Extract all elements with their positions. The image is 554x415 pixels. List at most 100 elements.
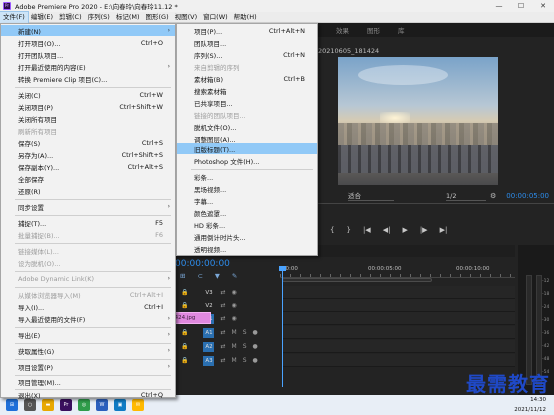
new-submenu-item[interactable]: 透明视频... bbox=[177, 243, 317, 254]
explorer-icon[interactable]: ▬ bbox=[42, 399, 54, 411]
menubar-item[interactable]: 文件(F) bbox=[0, 10, 29, 24]
new-submenu-item[interactable]: HD 彩条... bbox=[177, 219, 317, 230]
track-lane[interactable] bbox=[282, 340, 515, 353]
new-submenu-item[interactable]: 旧版标题(T)... bbox=[177, 143, 317, 154]
transport-button[interactable]: ◀| bbox=[383, 226, 391, 234]
file-menu-item[interactable]: 同步设置 › bbox=[1, 201, 175, 212]
marker-icon[interactable]: ▼ bbox=[215, 272, 220, 280]
file-menu-item[interactable]: 捕捉(T)... F5 bbox=[1, 217, 175, 228]
mic-icon[interactable]: ● bbox=[253, 343, 258, 350]
chrome-icon[interactable]: ◎ bbox=[78, 399, 90, 411]
panel-tab[interactable]: 效果 bbox=[336, 25, 349, 35]
photos-icon[interactable]: ▣ bbox=[114, 399, 126, 411]
new-submenu-item[interactable]: 搜索素材箱 bbox=[177, 85, 317, 96]
track-lane[interactable] bbox=[282, 286, 515, 299]
eye-icon[interactable]: ◉ bbox=[232, 302, 237, 309]
timeline-ruler[interactable]: 00:00 00:00:05:00 00:00:10:00 bbox=[280, 266, 515, 278]
new-submenu-item[interactable]: 已共享项目... bbox=[177, 97, 317, 108]
lock-icon[interactable]: 🔒 bbox=[181, 357, 188, 364]
file-menu-item[interactable]: 保存副本(Y)... Ctrl+Alt+S bbox=[1, 161, 175, 172]
track-target-button[interactable]: V3 bbox=[203, 288, 214, 298]
playhead[interactable] bbox=[282, 267, 283, 387]
lock-icon[interactable]: 🔒 bbox=[181, 343, 188, 350]
file-menu-item[interactable]: 导入最近使用的文件(F) › bbox=[1, 313, 175, 324]
menubar-item[interactable]: 窗口(W) bbox=[200, 12, 231, 23]
file-menu-item[interactable]: 还原(R) bbox=[1, 185, 175, 196]
menubar-item[interactable]: 帮助(H) bbox=[231, 12, 260, 23]
mail-icon[interactable]: ✉ bbox=[132, 399, 144, 411]
track-lane[interactable] bbox=[282, 312, 515, 325]
transport-button[interactable]: { bbox=[330, 226, 334, 234]
eye-icon[interactable]: ◉ bbox=[232, 315, 237, 322]
file-menu-item[interactable]: 转换 Premiere Clip 项目(C)... bbox=[1, 73, 175, 84]
settings-wrench-icon[interactable]: ⚙ bbox=[490, 192, 496, 200]
file-menu-item[interactable]: 关闭(C) Ctrl+W bbox=[1, 89, 175, 100]
transport-button[interactable]: ▶| bbox=[440, 226, 448, 234]
track-lane[interactable] bbox=[282, 326, 515, 339]
sync-lock-icon[interactable]: ⇄ bbox=[220, 329, 225, 336]
file-menu-item[interactable]: 关闭项目(P) Ctrl+Shift+W bbox=[1, 101, 175, 112]
mic-icon[interactable]: ● bbox=[253, 357, 258, 364]
panel-tab[interactable]: 库 bbox=[398, 25, 405, 35]
new-submenu-item[interactable]: 序列(S)... Ctrl+N bbox=[177, 49, 317, 60]
menubar-item[interactable]: 剪辑(C) bbox=[56, 12, 85, 23]
new-submenu-item[interactable]: 彩条... bbox=[177, 171, 317, 182]
file-menu-item[interactable]: 新建(N) › bbox=[1, 25, 175, 36]
transport-button[interactable]: } bbox=[346, 226, 350, 234]
track-lane[interactable] bbox=[282, 354, 515, 367]
start-icon[interactable]: ⊞ bbox=[6, 399, 18, 411]
solo-button[interactable]: S bbox=[243, 329, 247, 336]
file-menu-item[interactable]: 项目设置(P) › bbox=[1, 361, 175, 372]
solo-button[interactable]: S bbox=[243, 343, 247, 350]
file-menu-item[interactable]: 打开团队项目... bbox=[1, 49, 175, 60]
lock-icon[interactable]: 🔒 bbox=[181, 329, 188, 336]
new-submenu-item[interactable]: 黑场视频... bbox=[177, 183, 317, 194]
maximize-button[interactable]: ☐ bbox=[510, 0, 532, 12]
sync-lock-icon[interactable]: ⇄ bbox=[220, 302, 225, 309]
new-submenu-item[interactable]: 通用倒计时片头... bbox=[177, 231, 317, 242]
search-icon[interactable]: ○ bbox=[24, 399, 36, 411]
new-submenu-item[interactable]: 项目(P)... Ctrl+Alt+N bbox=[177, 25, 317, 36]
sync-lock-icon[interactable]: ⇄ bbox=[220, 357, 225, 364]
solo-button[interactable]: S bbox=[243, 357, 247, 364]
new-submenu-item[interactable]: 团队项目... bbox=[177, 37, 317, 48]
premiere-icon[interactable]: Pr bbox=[60, 399, 72, 411]
file-menu-item[interactable]: 保存(S) Ctrl+S bbox=[1, 137, 175, 148]
new-submenu-item[interactable]: Photoshop 文件(H)... bbox=[177, 155, 317, 166]
lock-icon[interactable]: 🔒 bbox=[181, 302, 188, 309]
track-target-button[interactable]: A3 bbox=[203, 355, 215, 366]
file-menu-item[interactable]: 导出(E) › bbox=[1, 329, 175, 340]
track-target-button[interactable]: V2 bbox=[203, 301, 214, 311]
mute-button[interactable]: M bbox=[232, 343, 237, 350]
linked-selection-icon[interactable]: ⊂ bbox=[197, 272, 202, 280]
transport-button[interactable]: |◀ bbox=[363, 226, 371, 234]
lock-icon[interactable]: 🔒 bbox=[181, 289, 188, 296]
new-submenu-item[interactable]: 字幕... bbox=[177, 195, 317, 206]
transport-button[interactable]: ▶ bbox=[402, 226, 407, 234]
snap-icon[interactable]: ⊞ bbox=[180, 272, 185, 280]
mute-button[interactable]: M bbox=[232, 329, 237, 336]
file-menu-item[interactable]: 项目管理(M)... bbox=[1, 376, 175, 387]
track-target-button[interactable]: A2 bbox=[203, 341, 215, 352]
track-lane[interactable] bbox=[282, 299, 515, 312]
word-icon[interactable]: W bbox=[96, 399, 108, 411]
new-submenu-item[interactable]: 素材箱(B) Ctrl+B bbox=[177, 73, 317, 84]
file-menu-item[interactable]: 退出(X) Ctrl+Q bbox=[1, 389, 175, 400]
menubar-item[interactable]: 序列(S) bbox=[85, 12, 113, 23]
timeline-timecode[interactable]: 00:00:00:00 bbox=[175, 259, 230, 269]
playhead-handle[interactable] bbox=[279, 266, 286, 271]
menubar-item[interactable]: 标记(M) bbox=[113, 12, 143, 23]
file-menu-item[interactable]: 获取属性(G) › bbox=[1, 345, 175, 356]
track-target-button[interactable]: A1 bbox=[203, 327, 215, 338]
new-submenu-item[interactable]: 脱机文件(O)... bbox=[177, 121, 317, 132]
fit-select[interactable]: 适合 bbox=[348, 191, 394, 201]
file-menu-item[interactable]: 导入(I)... Ctrl+I bbox=[1, 301, 175, 312]
resolution-select[interactable]: 1/2 bbox=[446, 191, 486, 201]
new-submenu-item[interactable]: 颜色遮罩... bbox=[177, 207, 317, 218]
monitor-ruler[interactable] bbox=[318, 203, 554, 210]
panel-tab[interactable]: 图形 bbox=[367, 25, 380, 35]
file-menu-item[interactable]: 打开项目(O)... Ctrl+O bbox=[1, 37, 175, 48]
menubar-item[interactable]: 编辑(E) bbox=[28, 12, 56, 23]
mute-button[interactable]: M bbox=[232, 357, 237, 364]
sync-lock-icon[interactable]: ⇄ bbox=[220, 315, 225, 322]
